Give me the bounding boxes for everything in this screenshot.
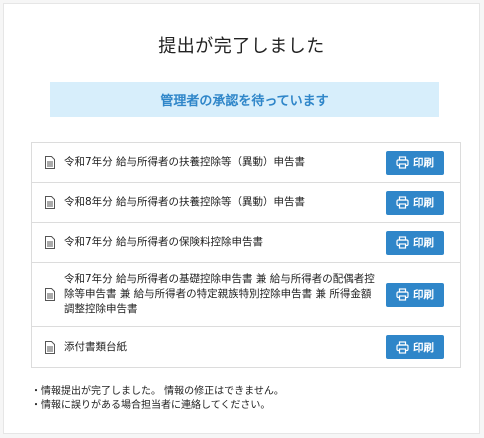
print-button-label: 印刷 <box>413 157 434 169</box>
printer-icon <box>396 288 409 301</box>
completion-card: 提出が完了しました 管理者の承認を待っています 令和7年分 給与所得者の扶養控除… <box>3 3 480 434</box>
document-icon <box>44 236 58 250</box>
document-icon <box>44 156 58 170</box>
printer-icon <box>396 236 409 249</box>
document-icon <box>44 196 58 210</box>
print-button[interactable]: 印刷 <box>386 150 444 175</box>
document-label: 令和7年分 給与所得者の基礎控除申告書 兼 給与所得者の配偶者控除等申告書 兼 … <box>64 273 375 315</box>
document-row: 令和8年分 給与所得者の扶養控除等（異動）申告書 印刷 <box>32 183 460 223</box>
document-list: 令和7年分 給与所得者の扶養控除等（異動）申告書 印刷 令和8年分 給与所得者の… <box>31 142 461 368</box>
status-banner: 管理者の承認を待っています <box>50 82 439 117</box>
print-button-label: 印刷 <box>413 197 434 209</box>
page-title: 提出が完了しました <box>158 36 325 57</box>
document-label: 添付書類台紙 <box>64 340 127 353</box>
note-item: ・情報提出が完了しました。 情報の修正はできません。 <box>31 386 284 397</box>
print-button[interactable]: 印刷 <box>386 335 444 359</box>
document-row: 令和7年分 給与所得者の扶養控除等（異動）申告書 印刷 <box>32 143 460 183</box>
printer-icon <box>396 340 409 354</box>
print-button[interactable]: 印刷 <box>386 230 444 255</box>
print-button-label: 印刷 <box>413 341 434 354</box>
print-button-label: 印刷 <box>413 237 434 249</box>
document-icon <box>44 288 58 302</box>
document-row: 令和7年分 給与所得者の保険料控除申告書 印刷 <box>32 223 460 263</box>
print-button[interactable]: 印刷 <box>386 190 444 215</box>
document-icon <box>44 340 58 354</box>
document-label: 令和8年分 給与所得者の扶養控除等（異動）申告書 <box>64 196 306 208</box>
printer-icon <box>396 156 409 169</box>
notes: ・情報提出が完了しました。 情報の修正はできません。 ・情報に誤りがある場合担当… <box>31 385 284 413</box>
document-row: 添付書類台紙 印刷 <box>32 327 460 367</box>
printer-icon <box>396 196 409 209</box>
document-row: 令和7年分 給与所得者の基礎控除申告書 兼 給与所得者の配偶者控除等申告書 兼 … <box>32 263 460 327</box>
document-label: 令和7年分 給与所得者の扶養控除等（異動）申告書 <box>64 156 306 168</box>
note-item: ・情報に誤りがある場合担当者に連絡してください。 <box>31 400 271 411</box>
print-button[interactable]: 印刷 <box>386 282 444 307</box>
document-label: 令和7年分 給与所得者の保険料控除申告書 <box>64 236 264 248</box>
print-button-label: 印刷 <box>413 289 434 301</box>
